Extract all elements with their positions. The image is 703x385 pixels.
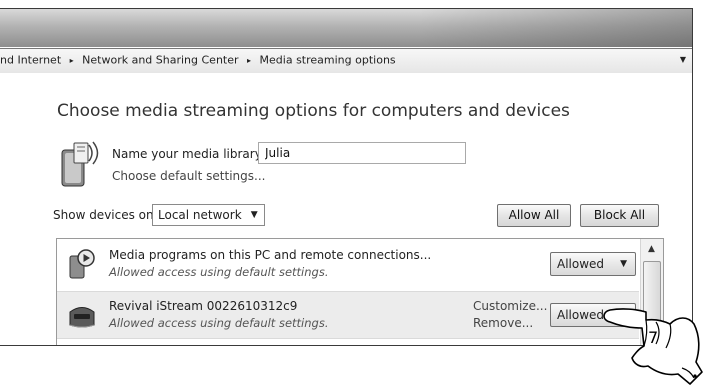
page-title: Choose media streaming options for compu… (57, 101, 570, 121)
breadcrumb-separator-icon[interactable]: ▸ (247, 56, 251, 65)
address-bar[interactable]: nd Internet ▸ Network and Sharing Center… (0, 48, 692, 74)
chevron-down-icon: ▼ (250, 210, 258, 220)
device-row-media-programs[interactable]: Media programs on this PC and remote con… (57, 241, 639, 287)
step-number-label: 7 (648, 328, 659, 347)
main-content: Choose media streaming options for compu… (0, 73, 692, 345)
customize-link[interactable]: Customize... (473, 299, 547, 313)
library-name-label: Name your media library: (112, 147, 265, 161)
breadcrumb-separator-icon[interactable]: ▸ (70, 56, 74, 65)
device-subtitle: Allowed access using default settings. (109, 265, 329, 279)
device-permission-select[interactable]: Allowed ▼ (550, 252, 636, 276)
chevron-down-icon: ▼ (620, 259, 627, 269)
device-row-revival-istream[interactable]: Revival iStream 0022610312c9 Allowed acc… (57, 291, 639, 339)
device-title: Media programs on this PC and remote con… (109, 248, 432, 262)
remove-link[interactable]: Remove... (473, 316, 533, 330)
breadcrumb-item-media-streaming[interactable]: Media streaming options (260, 54, 396, 67)
network-filter-value: Local network (158, 208, 242, 222)
media-player-icon (69, 249, 95, 279)
address-dropdown-icon[interactable]: ▼ (680, 55, 686, 64)
scroll-up-icon[interactable]: ▲ (643, 241, 660, 257)
media-streaming-window: nd Internet ▸ Network and Sharing Center… (0, 8, 693, 346)
breadcrumb-item-internet[interactable]: nd Internet (0, 54, 61, 67)
media-library-icon (61, 141, 99, 187)
breadcrumb-item-network-center[interactable]: Network and Sharing Center (82, 54, 238, 67)
show-devices-label: Show devices on: (53, 208, 158, 222)
allow-all-button[interactable]: Allow All (497, 204, 571, 227)
choose-default-settings-link[interactable]: Choose default settings... (112, 169, 265, 183)
device-list: Media programs on this PC and remote con… (56, 238, 664, 345)
device-title: Revival iStream 0022610312c9 (109, 299, 298, 313)
library-name-input[interactable] (258, 142, 466, 164)
block-all-button[interactable]: Block All (580, 204, 659, 227)
network-filter-select[interactable]: Local network ▼ (152, 204, 265, 226)
breadcrumb: nd Internet ▸ Network and Sharing Center… (0, 53, 396, 67)
title-bar (0, 9, 692, 47)
radio-device-icon (69, 307, 95, 328)
device-subtitle: Allowed access using default settings. (109, 316, 329, 330)
permission-value: Allowed (557, 257, 605, 271)
